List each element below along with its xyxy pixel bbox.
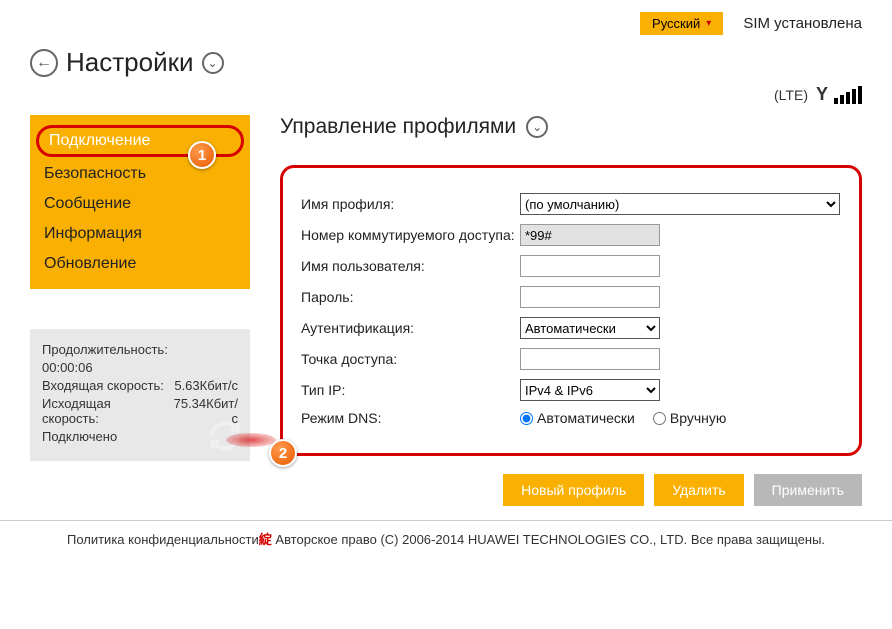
dial-number-input[interactable] — [520, 224, 660, 246]
dns-manual-option[interactable]: Вручную — [653, 410, 727, 426]
footer: Политика конфиденциальности綻 Авторское п… — [0, 520, 892, 562]
in-speed-value: 5.63Кбит/с — [174, 378, 238, 393]
language-selector[interactable]: Русский ▾ — [640, 12, 723, 35]
annotation-mark — [226, 433, 276, 447]
back-button[interactable]: ← — [30, 49, 58, 77]
sidebar-item-security[interactable]: Безопасность — [30, 159, 250, 189]
auth-select[interactable]: Автоматически — [520, 317, 660, 339]
username-input[interactable] — [520, 255, 660, 277]
signal-bars-icon — [834, 86, 862, 104]
copyright-text: Авторское право (C) 2006-2014 HUAWEI TEC… — [272, 532, 825, 547]
delete-button[interactable]: Удалить — [654, 474, 743, 506]
new-profile-button[interactable]: Новый профиль — [503, 474, 644, 506]
profile-name-select[interactable]: (по умолчанию) — [520, 193, 840, 215]
sim-status: SIM установлена — [743, 15, 862, 32]
title-row: ← Настройки ⌄ — [30, 47, 862, 78]
dns-mode-label: Режим DNS: — [301, 410, 516, 426]
ip-type-label: Тип IP: — [301, 382, 516, 398]
auth-label: Аутентификация: — [301, 320, 516, 336]
section-dropdown-icon[interactable]: ⌄ — [526, 116, 548, 138]
dial-number-label: Номер коммутируемого доступа: — [301, 227, 516, 243]
sidebar: Подключение Безопасность Сообщение Инфор… — [30, 115, 250, 520]
signal-icon: Y — [816, 84, 828, 105]
title-dropdown-icon[interactable]: ⌄ — [202, 52, 224, 74]
apn-input[interactable] — [520, 348, 660, 370]
network-mode: (LTE) — [774, 87, 808, 103]
section-title: Управление профилями — [280, 115, 516, 139]
conn-status: Подключено — [42, 429, 117, 444]
username-label: Имя пользователя: — [301, 258, 516, 274]
chevron-down-icon: ▾ — [706, 18, 711, 29]
huawei-logo-icon: 綻 — [259, 532, 272, 547]
page-title: Настройки — [66, 47, 194, 78]
apn-label: Точка доступа: — [301, 351, 516, 367]
in-speed-label: Входящая скорость: — [42, 378, 164, 393]
annotation-badge-2: 2 — [269, 439, 297, 467]
dns-auto-radio[interactable] — [520, 412, 533, 425]
password-label: Пароль: — [301, 289, 516, 305]
password-input[interactable] — [520, 286, 660, 308]
apply-button[interactable]: Применить — [754, 474, 862, 506]
sidebar-item-update[interactable]: Обновление — [30, 249, 250, 279]
network-status: (LTE) Y — [30, 84, 862, 105]
topbar: Русский ▾ SIM установлена — [30, 12, 862, 35]
out-speed-label: Исходящая скорость: — [42, 396, 169, 426]
privacy-link[interactable]: Политика конфиденциальности — [67, 532, 259, 547]
dns-auto-option[interactable]: Автоматически — [520, 410, 635, 426]
dns-manual-radio[interactable] — [653, 412, 666, 425]
language-label: Русский — [652, 16, 700, 31]
sidebar-item-info[interactable]: Информация — [30, 219, 250, 249]
annotation-badge-1: 1 — [188, 141, 216, 169]
button-row: Новый профиль Удалить Применить — [280, 474, 862, 506]
ip-type-select[interactable]: IPv4 & IPv6 — [520, 379, 660, 401]
profile-name-label: Имя профиля: — [301, 196, 516, 212]
stats-panel: Продолжительность: 00:00:06 Входящая ско… — [30, 329, 250, 461]
duration-label: Продолжительность: — [42, 342, 168, 357]
profile-form: Имя профиля: (по умолчанию) Номер коммут… — [280, 165, 862, 456]
nav: Подключение Безопасность Сообщение Инфор… — [30, 115, 250, 289]
sidebar-item-messages[interactable]: Сообщение — [30, 189, 250, 219]
main-content: Управление профилями ⌄ Имя профиля: (по … — [280, 115, 862, 520]
duration-value: 00:00:06 — [42, 360, 93, 375]
